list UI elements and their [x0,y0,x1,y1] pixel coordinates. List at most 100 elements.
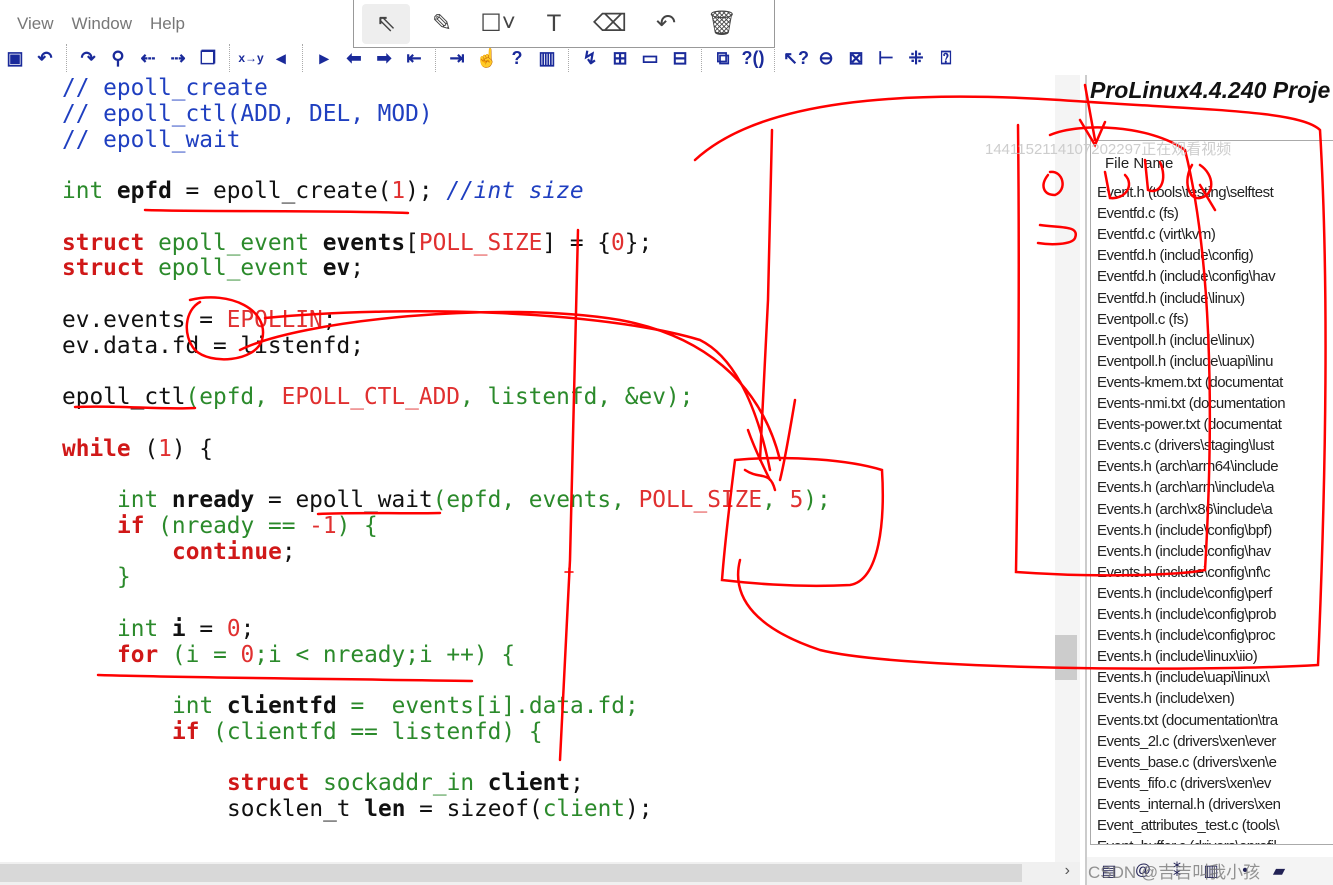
book-icon[interactable]: ▥ [532,44,562,72]
file-list-item[interactable]: Event_buffer.c (drivers\oprofil [1097,838,1307,844]
bookmark-next-icon[interactable]: ▸ [309,44,339,72]
file-list-item[interactable]: Eventpoll.h (include\uapi\linu [1097,353,1307,370]
code-token: epoll_ctl [62,384,186,410]
file-list-item[interactable]: Events.h (arch\x86\include\a [1097,501,1307,518]
file-list-item[interactable]: Eventpoll.c (fs) [1097,311,1307,328]
menu-window[interactable]: Window [63,10,141,38]
file-list-item[interactable]: Events.h (include\config\proc [1097,627,1307,644]
outdent-icon[interactable]: ⇤ [399,44,429,72]
code-token: ; [570,770,584,797]
file-list-item[interactable]: Events.h (include\xen) [1097,690,1307,707]
code-editor[interactable]: // epoll_create// epoll_ctl(ADD, DEL, MO… [0,75,1055,862]
help-symbol-icon[interactable]: ? [502,44,532,72]
eraser-icon[interactable]: ⌫ [586,4,634,44]
save-icon[interactable]: ▣ [0,44,30,72]
undo-icon[interactable]: ↶ [642,4,690,44]
file-list-item[interactable]: Events_internal.h (drivers\xen [1097,796,1307,813]
scroll-thumb[interactable] [1055,635,1077,680]
file-list-item[interactable]: Eventfd.c (virt\kvm) [1097,226,1307,243]
find-files-icon[interactable]: ❐ [193,44,223,72]
file-list-item[interactable]: Events-nmi.txt (documentation [1097,395,1307,412]
tree-icon[interactable]: ⊢ [871,44,901,72]
code-token: (clientfd == listenfd) { [199,718,543,745]
project-title: ProLinux4.4.240 Proje [1090,77,1331,103]
grid-icon[interactable]: ⊞ [605,44,635,72]
file-list-item[interactable]: Events.h (include\config\nf\c [1097,564,1307,581]
file-list-item[interactable]: Events-kmem.txt (documentat [1097,374,1307,391]
file-list-item[interactable]: Events.h (include\config\hav [1097,543,1307,560]
find-icon[interactable]: ⚲ [103,44,133,72]
code-token: int [117,615,172,642]
file-list-item[interactable]: Events.h (arch\arm\include\a [1097,479,1307,496]
replace-icon[interactable]: x→y [236,44,266,72]
pen-icon[interactable]: ✎ [418,4,466,44]
file-list-item[interactable]: Events.h (include\config\prob [1097,606,1307,623]
file-list-item[interactable]: Events.h (include\uapi\linux\ [1097,669,1307,686]
file-list-item[interactable]: Events_fifo.c (drivers\xen\ev [1097,775,1307,792]
code-line: } [117,564,131,590]
forward-icon[interactable]: ➡ [369,44,399,72]
file-list-item[interactable]: Eventfd.h (include\config\hav [1097,268,1307,285]
file-list-item[interactable]: Events.h (include\linux\iio) [1097,648,1307,665]
redo-icon[interactable]: ↷ [73,44,103,72]
bookmark-prev-icon[interactable]: ◂ [266,44,296,72]
cascade-icon[interactable]: ⧉ [708,44,738,72]
code-token: epoll_event [158,229,323,256]
code-line: // epoll_ctl(ADD, DEL, MOD) [62,101,433,127]
scroll-right-icon[interactable]: › [1065,862,1070,880]
menu-help[interactable]: Help [141,10,194,38]
text-icon[interactable]: T [530,4,578,44]
project-help-icon[interactable]: ⍰ [931,44,961,72]
code-line: ev.data.fd = listenfd; [62,333,364,359]
file-list-item[interactable]: Event_attributes_test.c (tools\ [1097,817,1307,834]
code-token: , listenfd, &ev); [460,384,694,410]
code-line: int clientfd = events[i].data.fd; [172,693,639,719]
split-icon[interactable]: ⊟ [665,44,695,72]
select-arrow-icon[interactable]: ⇖ [362,3,410,44]
pointer-help-icon[interactable]: ↖? [781,44,811,72]
delete-icon[interactable]: 🗑 [698,4,746,44]
hand-icon[interactable]: ☝ [472,44,502,72]
code-token: continue [172,538,282,565]
back-icon[interactable]: ⬅ [339,44,369,72]
jump-icon[interactable]: ↯ [575,44,605,72]
context-help-icon[interactable]: ?() [738,44,768,72]
sync-icon[interactable]: ⊖ [811,44,841,72]
file-list-item[interactable]: Eventfd.h (include\config) [1097,247,1307,264]
relation-icon[interactable]: ⊠ [841,44,871,72]
undo-icon[interactable]: ↶ [30,44,60,72]
hierarchy-icon[interactable]: ⁜ [901,44,931,72]
scroll-thumb[interactable] [0,864,1022,882]
code-token: i [171,615,186,642]
file-list-item[interactable]: Events_base.c (drivers\xen\e [1097,754,1307,771]
file-list-item[interactable]: Events_2l.c (drivers\xen\ever [1097,733,1307,750]
file-list-item[interactable]: Events.c (drivers\staging\lust [1097,437,1307,454]
code-token: epoll_event [158,255,323,282]
file-list-item[interactable]: Eventfd.h (include\linux) [1097,290,1307,307]
code-line: for (i = 0;i < nready;i ++) { [117,642,515,668]
code-token: client [542,796,626,822]
find-prev-icon[interactable]: ⇠ [133,44,163,72]
file-list-item[interactable]: Events.h (arch\arm64\include [1097,458,1307,475]
code-token: ; [350,255,364,282]
folder-icon[interactable]: ▰ [1265,859,1293,883]
find-next-icon[interactable]: ⇢ [163,44,193,72]
editor-vertical-scrollbar[interactable] [1055,75,1080,862]
file-list-item[interactable]: Events.txt (documentation\tra [1097,712,1307,729]
code-token: epfd [116,178,172,204]
code-token: int [117,487,172,513]
rectangle-icon[interactable]: ☐˅ [474,4,522,44]
window-icon[interactable]: ▭ [635,44,665,72]
file-list-item[interactable]: Events-power.txt (documentat [1097,416,1307,433]
file-list[interactable]: File Name Event.h (tools\testing\selftes… [1090,140,1333,845]
editor-horizontal-scrollbar[interactable]: › [0,862,1080,885]
file-list-item[interactable]: Eventpoll.h (include\linux) [1097,332,1307,349]
file-list-item[interactable]: Events.h (include\config\perf [1097,585,1307,602]
menu-view[interactable]: View [0,10,63,38]
code-token: for [117,641,159,668]
code-token: ;i < nready;i ++) { [254,641,516,668]
file-list-item[interactable]: Eventfd.c (fs) [1097,205,1307,222]
indent-icon[interactable]: ⇥ [442,44,472,72]
file-list-item[interactable]: Events.h (include\config\bpf) [1097,522,1307,539]
file-list-item[interactable]: Event.h (tools\testing\selftest [1097,184,1307,201]
